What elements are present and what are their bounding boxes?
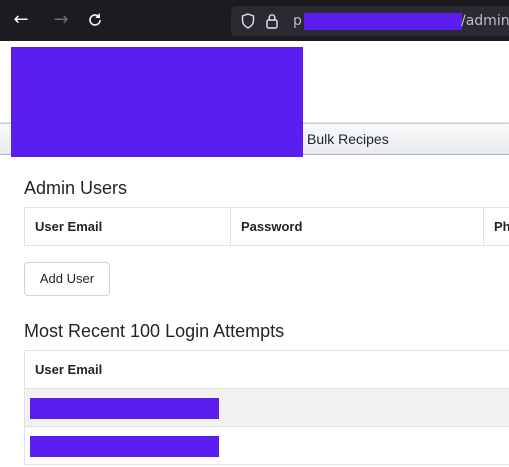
redacted-email xyxy=(30,398,219,419)
browser-toolbar: ← → p /admin xyxy=(0,0,509,41)
forward-arrow-icon[interactable]: → xyxy=(50,8,72,32)
admin-users-heading: Admin Users xyxy=(24,178,128,198)
admin-users-table: User Email Password Ph xyxy=(24,207,509,246)
login-attempts-heading: Most Recent 100 Login Attempts xyxy=(24,321,285,341)
table-header-row: User Email Password Ph xyxy=(24,207,509,246)
table-header-row: User Email xyxy=(24,350,509,389)
redacted-email xyxy=(30,436,219,457)
redacted-logo xyxy=(11,47,303,157)
column-header-phone: Ph xyxy=(483,207,509,246)
lock-icon[interactable] xyxy=(265,6,279,36)
back-arrow-icon[interactable]: ← xyxy=(10,8,32,32)
redacted-url xyxy=(304,13,462,30)
column-header-user-email: User Email xyxy=(24,350,509,389)
address-bar[interactable]: p /admin xyxy=(231,6,509,36)
column-header-user-email: User Email xyxy=(24,207,231,246)
shield-icon[interactable] xyxy=(241,6,255,36)
add-user-button[interactable]: Add User xyxy=(24,262,110,296)
nav-item-bulk-recipes[interactable]: Bulk Recipes xyxy=(307,124,389,154)
url-path: /admin xyxy=(461,13,509,29)
url-prefix: p xyxy=(293,13,302,29)
reload-icon[interactable] xyxy=(84,8,106,32)
column-header-password: Password xyxy=(230,207,484,246)
